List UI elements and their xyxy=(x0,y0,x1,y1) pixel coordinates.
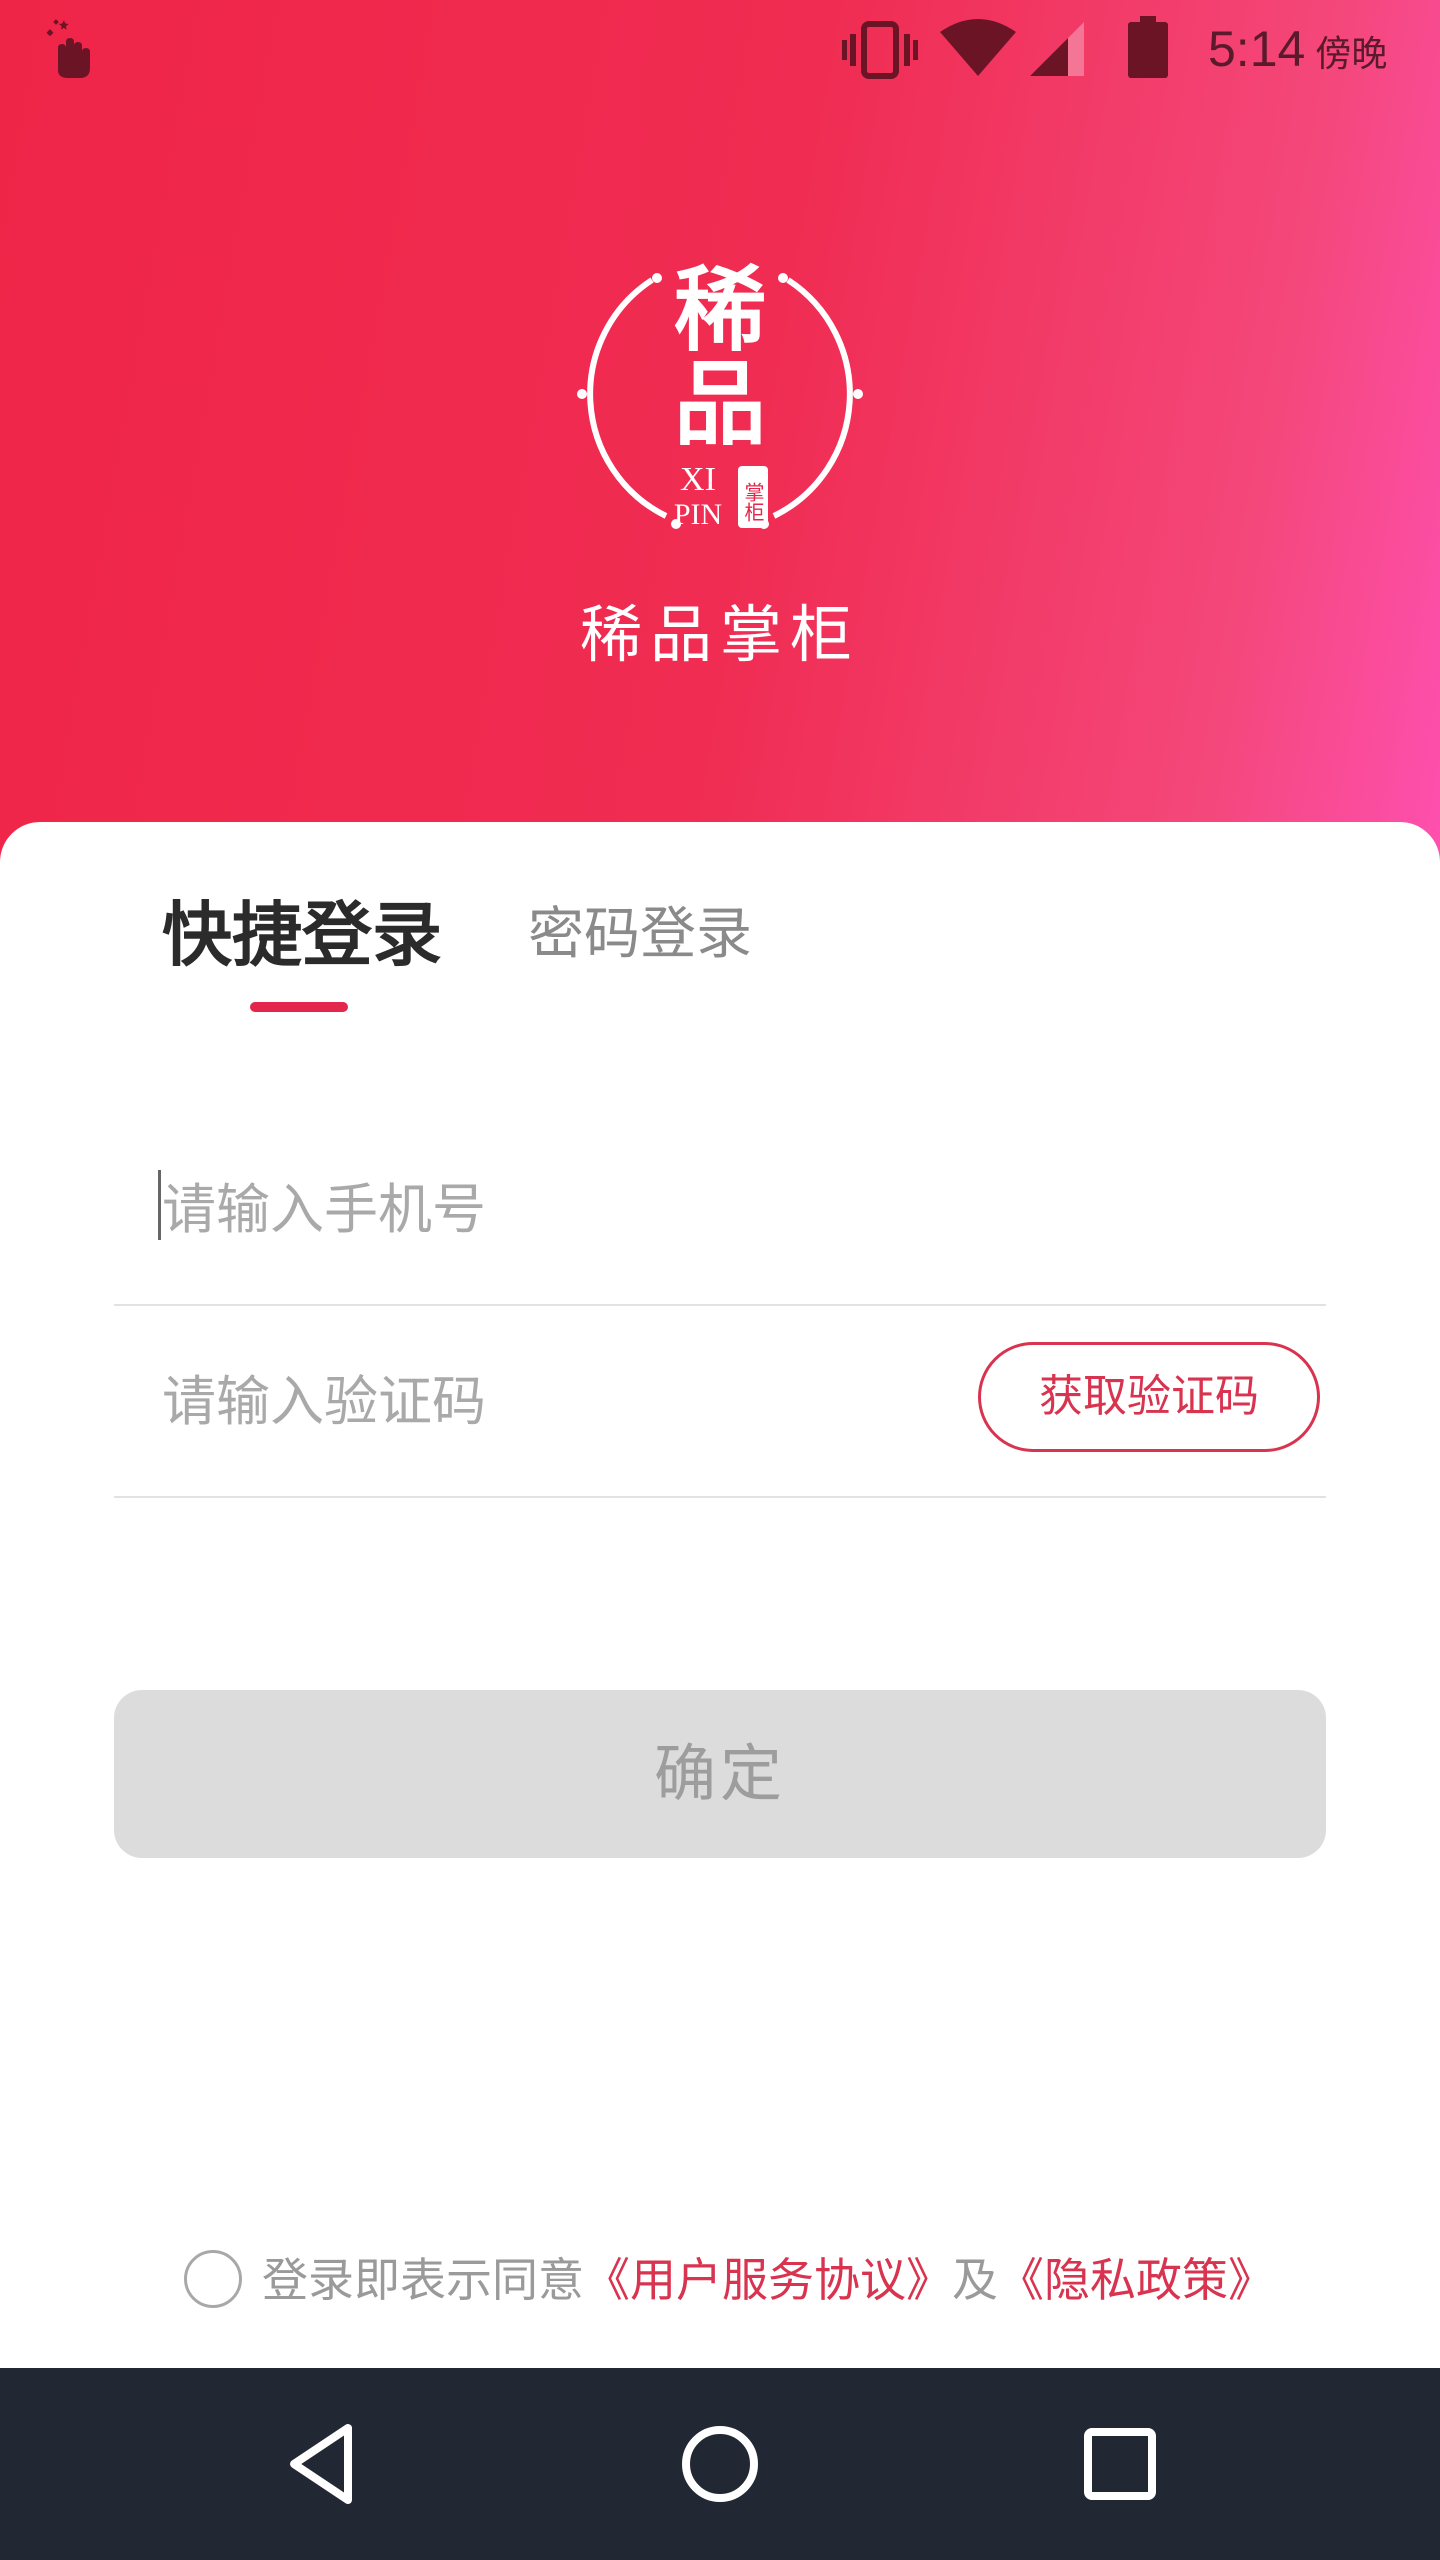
agree-checkbox[interactable] xyxy=(184,2250,242,2308)
battery-icon xyxy=(1128,16,1168,78)
agreement-conjunction: 及 xyxy=(952,2253,998,2307)
text-caret xyxy=(158,1170,161,1240)
agreement-prefix: 登录即表示同意 xyxy=(262,2253,584,2307)
code-input[interactable] xyxy=(162,1356,982,1446)
agreement-text: 登录即表示同意《用户服务协议》及《隐私政策》 xyxy=(262,2246,1274,2314)
phone-field xyxy=(114,1114,1326,1306)
tab-password-login[interactable]: 密码登录 xyxy=(528,880,752,990)
logo-char-pin: 品 xyxy=(674,350,766,458)
back-triangle-icon[interactable] xyxy=(264,2408,376,2520)
vibrate-icon xyxy=(842,21,918,79)
wifi-icon xyxy=(940,19,1016,76)
hand-heart-icon xyxy=(46,19,90,78)
logo-seal: 掌柜 xyxy=(741,482,765,522)
app-name: 稀品掌柜 xyxy=(579,598,860,671)
get-code-button[interactable]: 获取验证码 xyxy=(978,1342,1320,1452)
status-time: 5:14 傍晚 xyxy=(1208,14,1387,84)
code-field: 获取验证码 xyxy=(114,1306,1326,1498)
app-logo: 稀 品 XI PIN 掌柜 xyxy=(577,256,863,531)
login-screen: 5:14傍晚 稀 品 XI PIN 掌柜 稀品掌柜 快捷登录 密码登录 获取验证… xyxy=(0,0,1440,2560)
logo-char-xi: 稀 xyxy=(674,256,766,364)
signal-icon xyxy=(1030,22,1084,76)
privacy-policy-link[interactable]: 《隐私政策》 xyxy=(998,2253,1274,2307)
logo-latin-pin: PIN xyxy=(674,498,722,531)
confirm-button[interactable]: 确定 xyxy=(114,1690,1326,1858)
phone-input[interactable] xyxy=(162,1164,982,1254)
logo-latin-xi: XI xyxy=(680,461,716,498)
login-card xyxy=(0,822,1440,2368)
navigation-bar xyxy=(0,2368,1440,2560)
tab-quick-login[interactable]: 快捷登录 xyxy=(162,880,442,990)
recents-square-icon[interactable] xyxy=(1064,2408,1176,2520)
active-tab-indicator xyxy=(250,1002,348,1012)
user-agreement-link[interactable]: 《用户服务协议》 xyxy=(584,2253,952,2307)
home-circle-icon[interactable] xyxy=(664,2408,776,2520)
status-bar: 5:14 傍晚 xyxy=(0,0,1440,100)
status-clock: 5:14 xyxy=(1208,21,1306,77)
status-ampm: 傍晚 xyxy=(1315,33,1388,74)
